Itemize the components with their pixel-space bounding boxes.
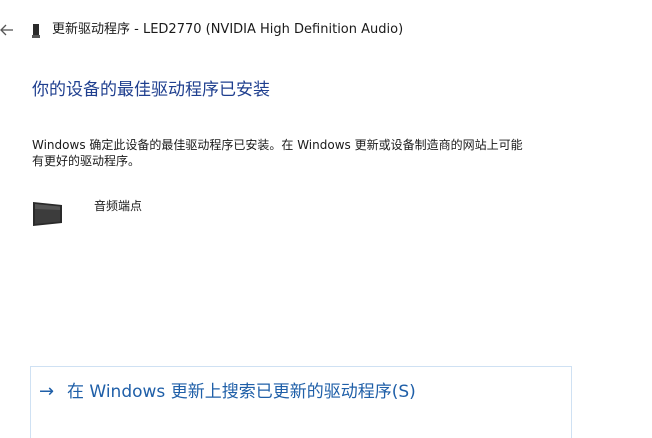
device-icon [32, 23, 40, 38]
description: Windows 确定此设备的最佳驱动程序已安装。在 Windows 更新或设备制… [32, 137, 612, 169]
update-driver-dialog: 更新驱动程序 - LED2770 (NVIDIA High Definition… [0, 0, 652, 438]
search-windows-update-link[interactable]: → 在 Windows 更新上搜索已更新的驱动程序(S) [30, 366, 572, 438]
right-arrow-icon: → [39, 381, 55, 402]
title-bar: 更新驱动程序 - LED2770 (NVIDIA High Definition… [0, 0, 652, 48]
window-title: 更新驱动程序 - LED2770 (NVIDIA High Definition… [52, 22, 404, 37]
monitor-icon [32, 200, 64, 228]
device-row: 音频端点 [32, 196, 332, 232]
device-name: 音频端点 [94, 199, 143, 213]
description-line-2: 有更好的驱动程序。 [32, 154, 141, 168]
description-line-1: Windows 确定此设备的最佳驱动程序已安装。在 Windows 更新或设备制… [32, 138, 523, 152]
page-heading: 你的设备的最佳驱动程序已安装 [32, 80, 270, 100]
search-link-label: 在 Windows 更新上搜索已更新的驱动程序(S) [67, 382, 416, 402]
back-arrow-icon[interactable] [0, 22, 14, 36]
